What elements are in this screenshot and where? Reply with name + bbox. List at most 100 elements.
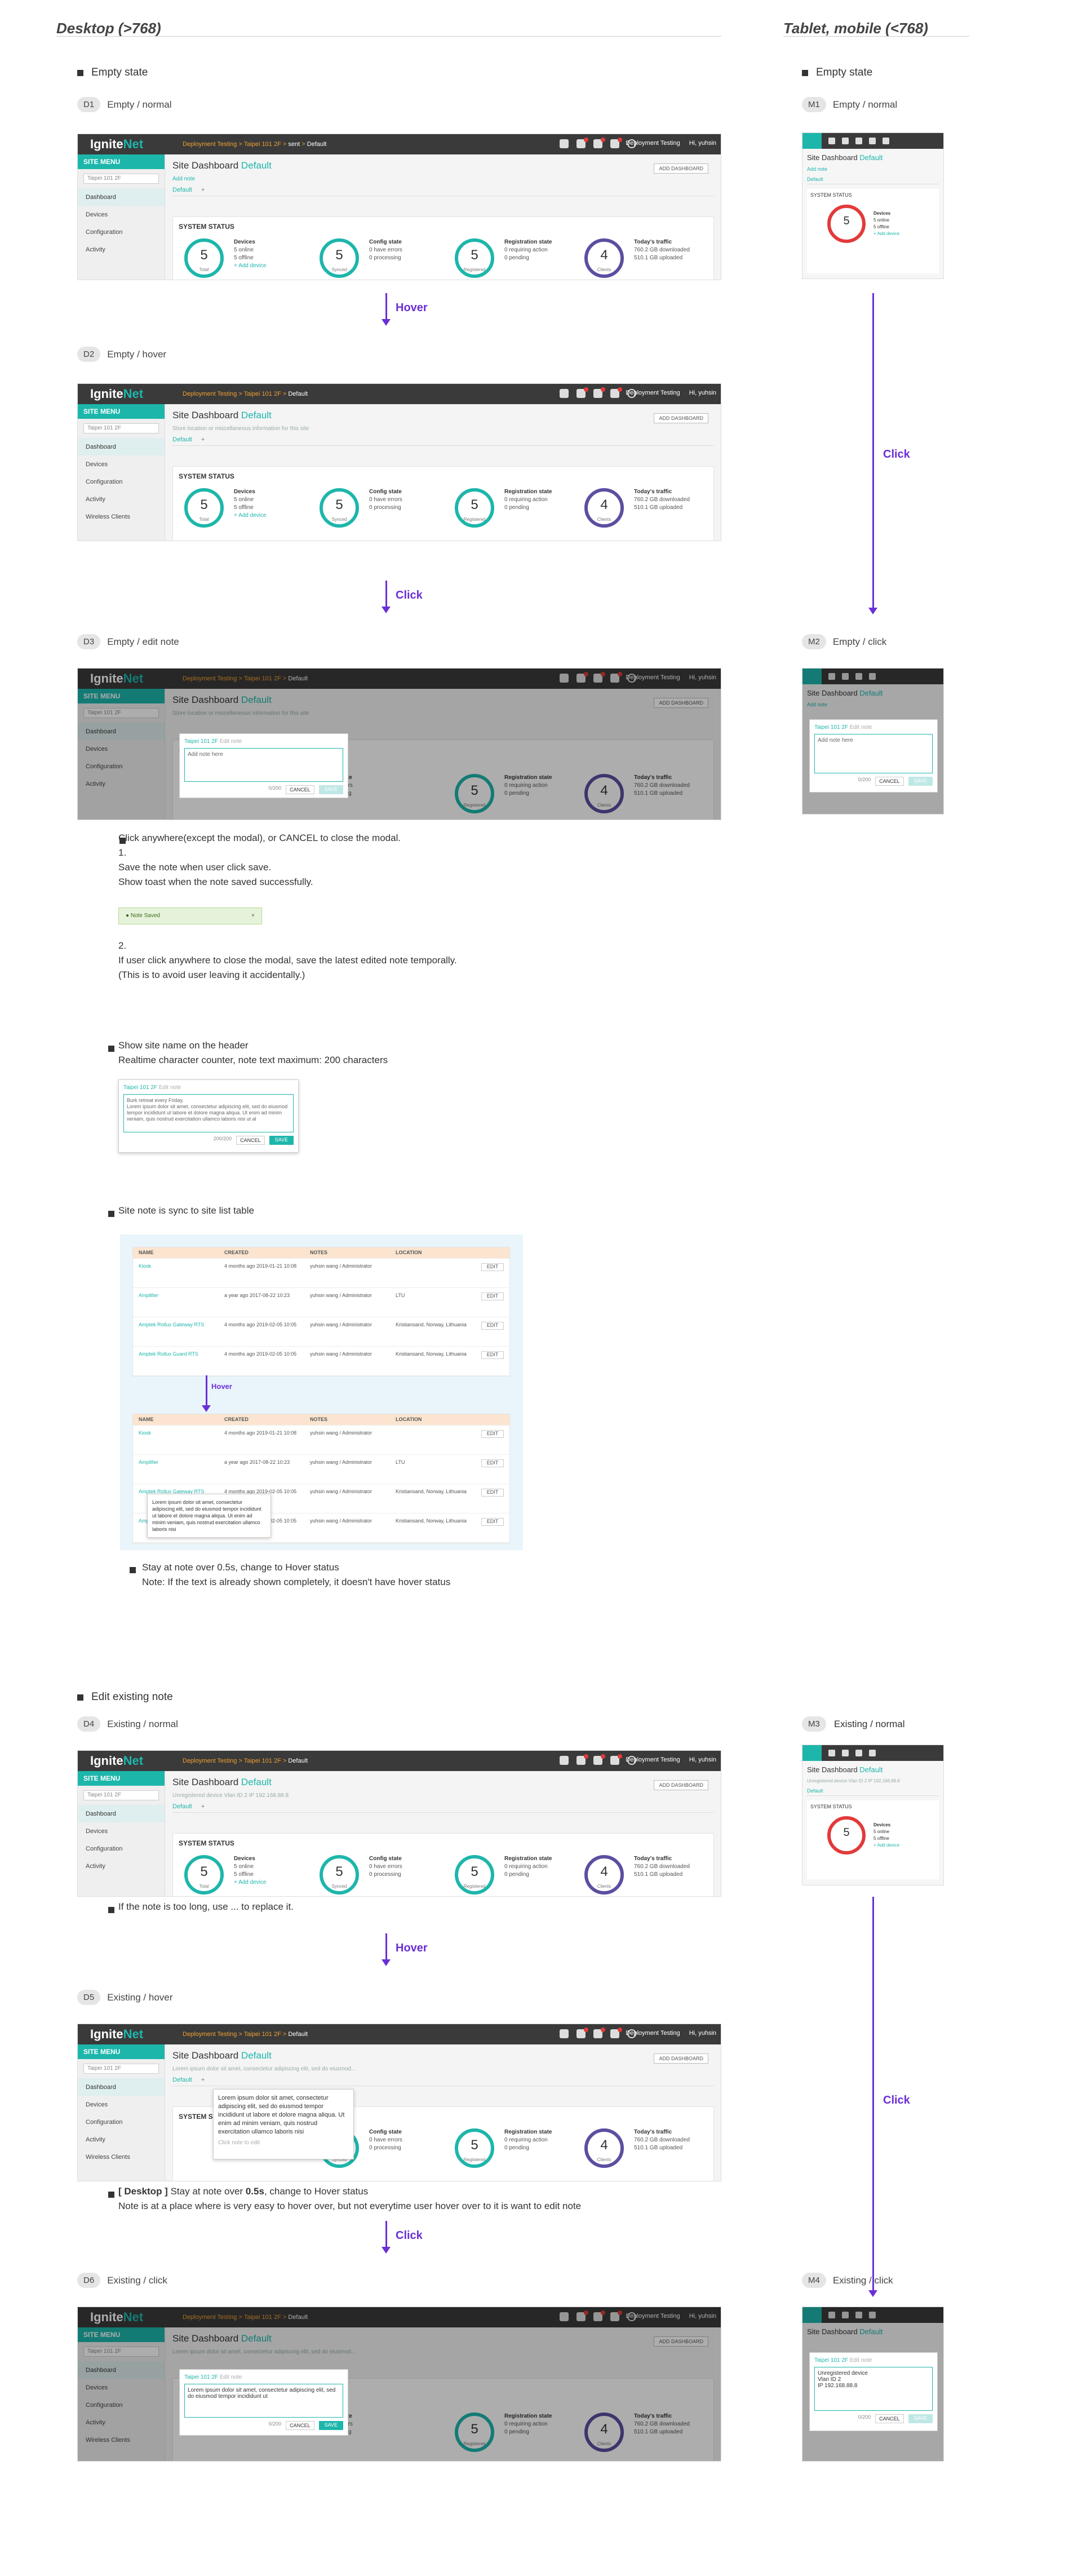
notifications-icon[interactable] <box>610 1754 622 1765</box>
note-textarea[interactable]: Add note here <box>184 748 343 782</box>
tab-default[interactable]: Default <box>172 436 192 443</box>
search-icon[interactable] <box>560 139 569 148</box>
edit-button[interactable]: EDIT <box>481 1518 504 1526</box>
alerts-icon[interactable] <box>577 138 588 148</box>
site-menu-header[interactable]: SITE MENU <box>78 1771 165 1786</box>
edit-button[interactable]: EDIT <box>481 1351 504 1359</box>
site-menu-header[interactable]: SITE MENU <box>78 2044 165 2059</box>
sidebar-item-configuration[interactable]: Configuration <box>78 223 165 241</box>
more-icon[interactable] <box>883 138 889 144</box>
site-select[interactable]: Taipei 101 2F <box>83 1790 159 1800</box>
add-device-link[interactable]: + Add device <box>873 1843 899 1848</box>
breadcrumb[interactable]: Deployment Testing > Taipei 101 2F > sen… <box>183 141 327 148</box>
sidebar-item-wireless-clients[interactable]: Wireless Clients <box>78 508 165 525</box>
site-select[interactable]: Taipei 101 2F <box>83 2064 159 2074</box>
add-note-link[interactable]: Add note <box>802 166 943 172</box>
alerts-icon[interactable] <box>842 138 849 144</box>
user-menu[interactable]: Hi, yuhsin <box>689 1756 716 1763</box>
breadcrumb[interactable]: Deployment Testing > Taipei 101 2F > Def… <box>183 2031 308 2038</box>
user-menu[interactable]: Hi, yuhsin <box>689 390 716 396</box>
save-button[interactable]: SAVE <box>908 2414 933 2423</box>
existing-note[interactable]: Lorem ipsum dolor sit amet, consectetur … <box>172 2066 714 2072</box>
save-button[interactable]: SAVE <box>269 1136 294 1145</box>
site-link[interactable]: Amplifier <box>139 1459 224 1479</box>
site-select[interactable]: Taipei 101 2F <box>83 174 159 184</box>
cancel-button[interactable]: CANCEL <box>875 2414 904 2423</box>
notifications-icon[interactable] <box>610 2028 622 2038</box>
cancel-button[interactable]: CANCEL <box>286 2421 314 2430</box>
org-selector[interactable]: Deployment Testing <box>626 2030 680 2037</box>
messages-icon[interactable] <box>593 138 605 148</box>
sidebar-item-activity[interactable]: Activity <box>78 241 165 258</box>
sidebar-item-configuration[interactable]: Configuration <box>78 473 165 490</box>
save-button[interactable]: SAVE <box>318 2421 343 2430</box>
site-link[interactable]: Amptek Rollux Gateway RTS <box>139 1322 224 1342</box>
note-textarea[interactable]: Lorem ipsum dolor sit amet, consectetur … <box>184 2384 343 2418</box>
sidebar-item-devices[interactable]: Devices <box>78 455 165 473</box>
save-button[interactable]: SAVE <box>908 777 933 786</box>
cancel-button[interactable]: CANCEL <box>236 1136 265 1145</box>
site-link[interactable]: Amptek Rollux Guard RTS <box>139 1351 224 1371</box>
messages-icon[interactable] <box>855 1750 862 1756</box>
modal-overlay[interactable] <box>78 2307 721 2461</box>
add-dashboard-button[interactable]: ADD DASHBOARD <box>654 2053 708 2064</box>
messages-icon[interactable] <box>593 1754 605 1765</box>
sidebar-item-activity[interactable]: Activity <box>78 490 165 508</box>
messages-icon[interactable] <box>855 138 862 144</box>
tab-default[interactable]: Default <box>807 176 939 184</box>
tab-default[interactable]: Default <box>807 1788 939 1796</box>
sidebar-item-dashboard[interactable]: Dashboard <box>78 438 165 455</box>
search-icon[interactable] <box>560 389 569 398</box>
add-note-link[interactable]: Add note <box>172 176 714 182</box>
site-select[interactable]: Taipei 101 2F <box>83 423 159 433</box>
tab-add[interactable]: + <box>201 187 205 193</box>
sidebar-item-dashboard[interactable]: Dashboard <box>78 2078 165 2096</box>
notifications-icon[interactable] <box>610 387 622 398</box>
alerts-icon[interactable] <box>842 1750 849 1756</box>
menu-icon[interactable] <box>802 1745 822 1761</box>
search-icon[interactable] <box>828 138 835 144</box>
add-device-link[interactable]: + Add device <box>234 1879 267 1885</box>
existing-note[interactable]: Unregistered device Vlan ID 2 IP 192.168… <box>802 1778 943 1783</box>
alerts-icon[interactable] <box>577 1754 588 1765</box>
add-dashboard-button[interactable]: ADD DASHBOARD <box>654 163 708 174</box>
user-menu[interactable]: Hi, yuhsin <box>689 140 716 147</box>
sidebar-item-dashboard[interactable]: Dashboard <box>78 188 165 206</box>
sidebar-item-configuration[interactable]: Configuration <box>78 2113 165 2131</box>
cancel-button[interactable]: CANCEL <box>875 777 904 786</box>
edit-button[interactable]: EDIT <box>481 1430 504 1438</box>
breadcrumb[interactable]: Deployment Testing > Taipei 101 2F > Def… <box>183 391 308 397</box>
messages-icon[interactable] <box>593 2028 605 2038</box>
breadcrumb[interactable]: Deployment Testing > Taipei 101 2F > Def… <box>183 1758 308 1764</box>
note-hover-hint[interactable]: Store location or miscellaneous informat… <box>172 426 714 432</box>
existing-note[interactable]: Unregistered device Vlan ID 2 IP 192.168… <box>172 1792 714 1799</box>
sidebar-item-devices[interactable]: Devices <box>78 2096 165 2113</box>
site-link[interactable]: Kiosk <box>139 1263 224 1283</box>
note-textarea[interactable]: Burk retreat every Friday. Lorem ipsum d… <box>123 1094 294 1132</box>
sidebar-item-dashboard[interactable]: Dashboard <box>78 1805 165 1822</box>
edit-button[interactable]: EDIT <box>481 1459 504 1467</box>
tab-default[interactable]: Default <box>172 2077 192 2083</box>
edit-button[interactable]: EDIT <box>481 1293 504 1300</box>
site-menu-header[interactable]: SITE MENU <box>78 404 165 419</box>
close-icon[interactable]: × <box>251 913 255 919</box>
tab-add[interactable]: + <box>201 2077 205 2083</box>
user-menu[interactable]: Hi, yuhsin <box>689 2030 716 2037</box>
org-selector[interactable]: Deployment Testing <box>626 390 680 396</box>
add-device-link[interactable]: + Add device <box>873 231 899 236</box>
add-device-link[interactable]: + Add device <box>234 263 267 269</box>
add-device-link[interactable]: + Add device <box>234 512 267 519</box>
site-menu-header[interactable]: SITE MENU <box>78 154 165 169</box>
sidebar-item-wireless-clients[interactable]: Wireless Clients <box>78 2148 165 2166</box>
alerts-icon[interactable] <box>577 387 588 398</box>
add-dashboard-button[interactable]: ADD DASHBOARD <box>654 1780 708 1790</box>
edit-button[interactable]: EDIT <box>481 1489 504 1497</box>
edit-button[interactable]: EDIT <box>481 1263 504 1271</box>
cloud-icon[interactable] <box>869 138 876 144</box>
search-icon[interactable] <box>828 1750 835 1756</box>
sidebar-item-activity[interactable]: Activity <box>78 1857 165 1875</box>
notifications-icon[interactable] <box>610 138 622 148</box>
search-icon[interactable] <box>560 1756 569 1765</box>
org-selector[interactable]: Deployment Testing <box>626 1756 680 1763</box>
tab-default[interactable]: Default <box>172 1803 192 1810</box>
